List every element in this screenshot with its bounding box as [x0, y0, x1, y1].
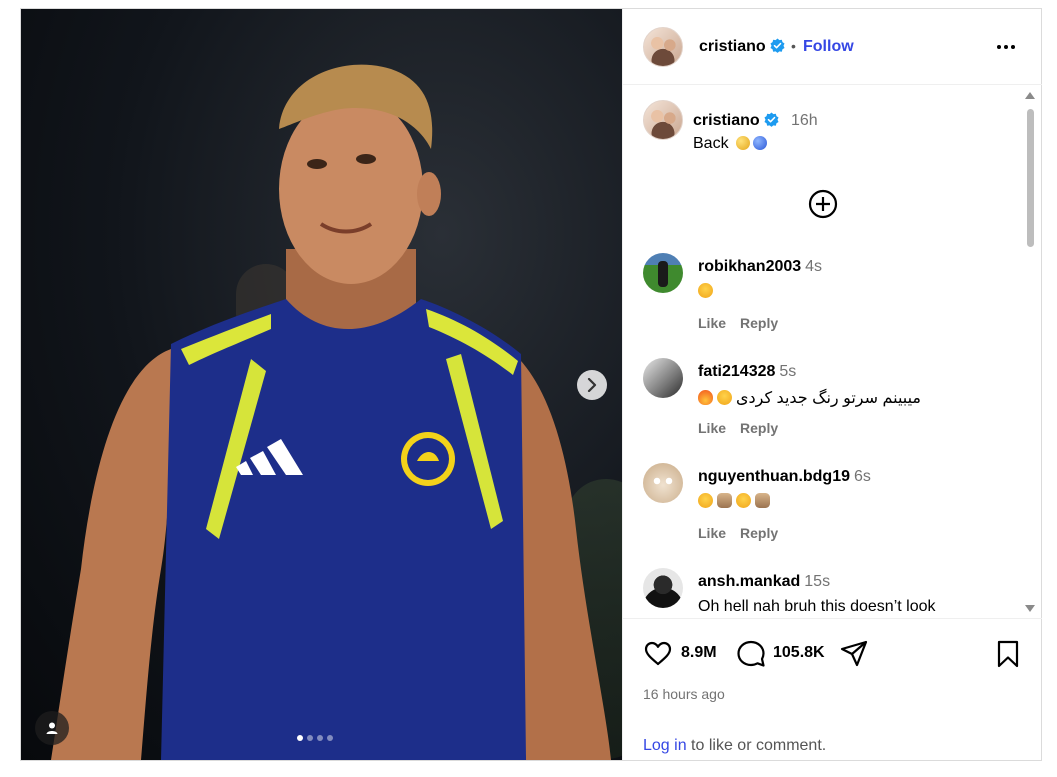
scroll-up-arrow-icon[interactable] [1025, 92, 1035, 99]
load-more-comments-icon[interactable] [808, 189, 838, 219]
like-comment-button[interactable]: Like [698, 420, 726, 436]
reply-button[interactable]: Reply [740, 420, 778, 436]
commenter-username[interactable]: fati214328 5s [698, 363, 796, 381]
commenter-avatar[interactable] [643, 568, 683, 608]
reply-button[interactable]: Reply [740, 315, 778, 331]
player-photo [51, 64, 611, 760]
carousel-indicator [297, 735, 333, 741]
share-icon[interactable] [839, 639, 869, 669]
caption-text: Back [693, 135, 768, 153]
heart-icon[interactable] [643, 639, 673, 669]
fire-emoji-icon [698, 390, 713, 405]
comment-bubble-icon[interactable] [736, 639, 766, 669]
comment-item: nguyenthuan.bdg19 6s Like Reply [643, 463, 1013, 559]
comment-text [698, 493, 774, 511]
author-username[interactable]: cristiano [699, 38, 785, 56]
comment-item: ansh.mankad 15s Oh hell nah bruh this doe… [643, 568, 1013, 618]
like-comment-button[interactable]: Like [698, 525, 726, 541]
carousel-dot [317, 735, 323, 741]
post-footer: 8.9M 105.8K 16 hours ago Log in to like … [623, 618, 1042, 760]
goat-emoji-icon [755, 493, 770, 508]
heart-eyes-emoji-icon [698, 493, 713, 508]
next-slide-button[interactable] [577, 370, 607, 400]
commenter-avatar[interactable] [643, 253, 683, 293]
carousel-dot [297, 735, 303, 741]
comment-text: میبینم سرتو رنگ جدید کردی [698, 388, 921, 408]
comment-time: 5s [779, 363, 797, 380]
post-side-panel: cristiano • Follow cristiano 16h Back ro… [622, 9, 1042, 760]
carousel-dot [327, 735, 333, 741]
follow-button[interactable]: Follow [803, 38, 854, 56]
caption-time: 16h [791, 112, 818, 129]
like-comment-button[interactable]: Like [698, 315, 726, 331]
comment-text: Oh hell nah bruh this doesn’t look [698, 598, 936, 615]
comment-actions: Like Reply [698, 315, 778, 331]
bookmark-icon[interactable] [993, 639, 1023, 669]
comments-count[interactable]: 105.8K [773, 644, 825, 662]
separator-dot: • [791, 38, 796, 54]
laughing-face-emoji-icon [717, 390, 732, 405]
chevron-right-icon [587, 378, 597, 392]
scrollbar-thumb[interactable] [1027, 109, 1034, 247]
tagged-users-button[interactable] [35, 711, 69, 745]
commenter-avatar[interactable] [643, 463, 683, 503]
scroll-down-arrow-icon[interactable] [1025, 605, 1035, 612]
reply-button[interactable]: Reply [740, 525, 778, 541]
comment-time: 6s [854, 468, 871, 485]
commenter-username[interactable]: ansh.mankad 15s [698, 573, 830, 591]
yellow-circle-emoji-icon [736, 136, 751, 150]
comment-actions: Like Reply [698, 420, 778, 436]
goat-emoji-icon [717, 493, 732, 508]
more-options-icon[interactable] [995, 39, 1017, 55]
heart-eyes-emoji-icon [736, 493, 751, 508]
verified-badge-icon [770, 38, 785, 53]
caption-username[interactable]: cristiano [693, 112, 779, 130]
post-dialog: cristiano • Follow cristiano 16h Back ro… [20, 8, 1042, 761]
verified-badge-icon [764, 112, 779, 127]
post-timestamp[interactable]: 16 hours ago [643, 686, 725, 702]
comment-actions: Like Reply [698, 525, 778, 541]
comment-time: 4s [805, 258, 823, 275]
carousel-dot [307, 735, 313, 741]
commenter-username[interactable]: robikhan2003 4s [698, 258, 822, 276]
comment-time: 15s [804, 573, 831, 590]
action-bar: 8.9M 105.8K [643, 639, 1023, 669]
login-prompt: Log in to like or comment. [643, 737, 826, 755]
login-prompt-text: to like or comment. [691, 737, 827, 754]
comments-list[interactable]: cristiano 16h Back robikhan2003 4s Like R… [623, 86, 1042, 618]
comment-item: fati214328 5s میبینم سرتو رنگ جدید کردی L… [643, 358, 1013, 454]
post-header: cristiano • Follow [623, 9, 1042, 85]
login-link[interactable]: Log in [643, 737, 687, 754]
blue-circle-emoji-icon [753, 136, 768, 150]
comment-item: robikhan2003 4s Like Reply [643, 253, 1013, 349]
commenter-username[interactable]: nguyenthuan.bdg19 6s [698, 468, 871, 486]
commenter-avatar[interactable] [643, 358, 683, 398]
author-avatar[interactable] [643, 100, 683, 140]
sunglasses-face-emoji-icon [698, 283, 713, 298]
comment-text [698, 283, 717, 301]
post-media[interactable] [21, 9, 622, 760]
author-avatar[interactable] [643, 27, 683, 67]
person-icon [46, 722, 58, 734]
likes-count[interactable]: 8.9M [681, 644, 717, 662]
